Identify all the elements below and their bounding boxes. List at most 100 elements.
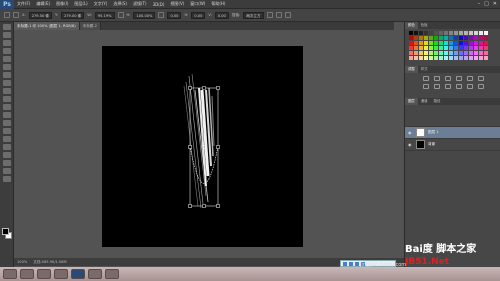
angle-field[interactable]: 0.00	[167, 11, 182, 19]
healing-tool-icon[interactable]	[3, 72, 11, 78]
taskbar-app-icon[interactable]	[37, 269, 51, 279]
color-swatch[interactable]	[409, 46, 413, 50]
color-swatch[interactable]	[459, 51, 463, 55]
curves-icon[interactable]	[445, 76, 451, 81]
color-swatch[interactable]	[469, 56, 473, 60]
color-swatch[interactable]	[469, 51, 473, 55]
brush-tool-icon[interactable]	[3, 80, 11, 86]
history-brush-tool-icon[interactable]	[3, 96, 11, 102]
quick-select-tool-icon[interactable]	[3, 48, 11, 54]
document-canvas[interactable]	[102, 46, 303, 247]
visibility-eye-icon[interactable]: ◉	[408, 130, 413, 135]
menu-image[interactable]: 图像(I)	[53, 1, 71, 7]
layer-row[interactable]: ◉ 背景	[405, 139, 500, 151]
pen-tool-icon[interactable]	[3, 136, 11, 142]
color-swatch[interactable]	[419, 36, 423, 40]
color-swatch[interactable]	[449, 51, 453, 55]
color-swatch[interactable]	[409, 36, 413, 40]
color-balance-icon[interactable]	[423, 84, 429, 89]
menu-view[interactable]: 视图(V)	[167, 1, 187, 7]
color-swatch[interactable]	[424, 46, 428, 50]
close-icon[interactable]: ✕	[493, 1, 497, 7]
warp-icon[interactable]	[266, 12, 273, 18]
color-swatch[interactable]	[429, 41, 433, 45]
color-swatch[interactable]	[474, 36, 478, 40]
y-field[interactable]: 279.00 像	[60, 11, 85, 19]
taskbar-app-icon[interactable]	[54, 269, 68, 279]
color-swatch[interactable]	[439, 36, 443, 40]
maximize-icon[interactable]: □	[484, 1, 489, 7]
color-swatch[interactable]	[409, 31, 413, 35]
color-swatch[interactable]	[414, 56, 418, 60]
tab-document-2[interactable]: 未标题-2	[79, 22, 101, 30]
color-swatch[interactable]	[454, 46, 458, 50]
color-swatch[interactable]	[449, 41, 453, 45]
color-swatch[interactable]	[464, 41, 468, 45]
color-swatch[interactable]	[424, 31, 428, 35]
color-swatch[interactable]	[464, 31, 468, 35]
shape-tool-icon[interactable]	[3, 160, 11, 166]
menu-edit[interactable]: 编辑(E)	[33, 1, 53, 7]
color-swatch[interactable]	[434, 36, 438, 40]
cancel-icon[interactable]	[275, 12, 282, 18]
tab-adjustments[interactable]: 调整	[405, 66, 418, 73]
color-swatch[interactable]	[474, 41, 478, 45]
color-swatch[interactable]	[479, 51, 483, 55]
hskew-field[interactable]: 0.00	[191, 11, 206, 19]
color-swatch[interactable]	[459, 36, 463, 40]
stamp-tool-icon[interactable]	[3, 88, 11, 94]
foreground-color-swatch[interactable]	[2, 228, 9, 235]
color-swatch[interactable]	[484, 31, 488, 35]
exposure-icon[interactable]	[456, 76, 462, 81]
ime-icon[interactable]	[343, 261, 347, 266]
color-swatch[interactable]	[449, 46, 453, 50]
color-swatch[interactable]	[429, 56, 433, 60]
color-swatch[interactable]	[419, 31, 423, 35]
move-tool-icon[interactable]	[3, 24, 11, 30]
height-field[interactable]: 100.00%	[133, 11, 156, 19]
color-swatch[interactable]	[429, 36, 433, 40]
eyedropper-tool-icon[interactable]	[3, 64, 11, 70]
color-swatch[interactable]	[449, 56, 453, 60]
color-swatch[interactable]	[454, 41, 458, 45]
color-swatch[interactable]	[444, 36, 448, 40]
color-swatch[interactable]	[414, 36, 418, 40]
color-swatch[interactable]	[414, 31, 418, 35]
color-swatch[interactable]	[449, 31, 453, 35]
color-swatch[interactable]	[454, 36, 458, 40]
color-swatch[interactable]	[464, 36, 468, 40]
marquee-tool-icon[interactable]	[3, 32, 11, 38]
tab-paths[interactable]: 路径	[431, 98, 444, 105]
color-swatch[interactable]	[434, 46, 438, 50]
color-swatch[interactable]	[424, 36, 428, 40]
color-swatch[interactable]	[484, 56, 488, 60]
color-swatch[interactable]	[424, 41, 428, 45]
color-swatch[interactable]	[434, 31, 438, 35]
minimize-icon[interactable]: –	[478, 1, 481, 7]
start-button[interactable]	[3, 269, 17, 279]
tab-document-1[interactable]: 未标题-1 @ 100% (图层 1, RGB/8)	[14, 22, 80, 30]
interpolation-select[interactable]: 两次立方	[243, 11, 264, 19]
color-swatch[interactable]	[469, 36, 473, 40]
swatches-grid[interactable]	[405, 29, 500, 62]
zoom-level[interactable]: 100%	[17, 260, 27, 264]
zoom-tool-icon[interactable]	[3, 176, 11, 182]
menu-type[interactable]: 文字(Y)	[91, 1, 111, 7]
color-swatch[interactable]	[464, 46, 468, 50]
color-swatch[interactable]	[474, 56, 478, 60]
color-swatch[interactable]	[409, 51, 413, 55]
color-swatch[interactable]	[444, 41, 448, 45]
color-swatch[interactable]	[439, 41, 443, 45]
color-swatch[interactable]	[449, 36, 453, 40]
color-swatch[interactable]	[429, 46, 433, 50]
ime-icon[interactable]	[355, 261, 359, 266]
color-swatch[interactable]	[479, 41, 483, 45]
color-swatch[interactable]	[454, 56, 458, 60]
menu-3d[interactable]: 3D(D)	[150, 2, 168, 7]
color-swatch[interactable]	[424, 51, 428, 55]
color-swatch[interactable]	[444, 31, 448, 35]
color-swatch[interactable]	[434, 51, 438, 55]
color-swatch[interactable]	[479, 36, 483, 40]
tab-layers[interactable]: 图层	[405, 98, 418, 105]
color-swatch[interactable]	[464, 56, 468, 60]
